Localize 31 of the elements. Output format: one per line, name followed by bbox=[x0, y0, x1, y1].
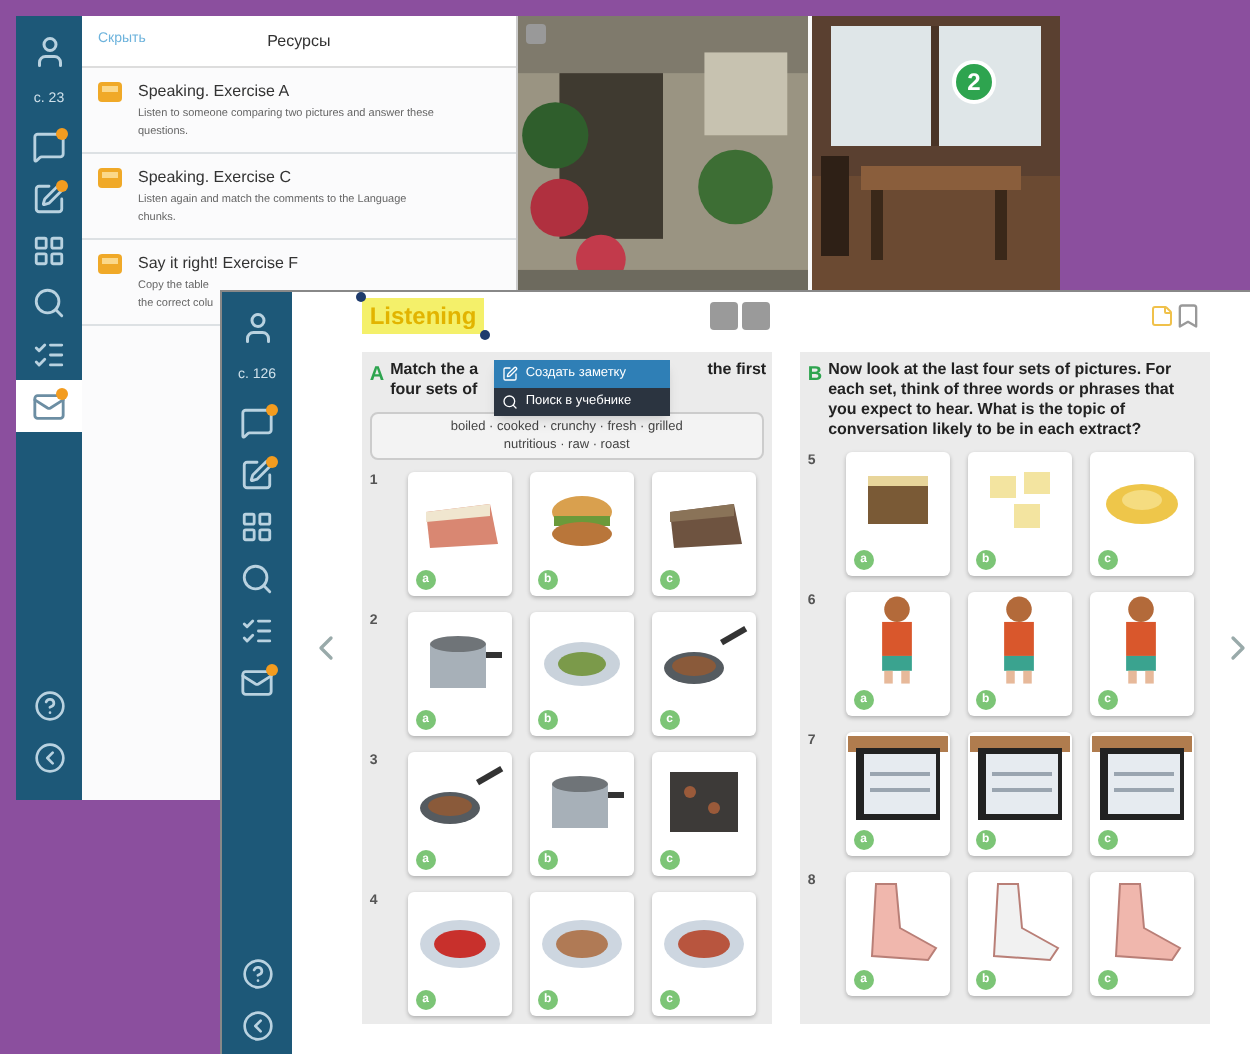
grid-icon bbox=[32, 233, 66, 267]
item-title[interactable]: Say it right! Exercise F bbox=[138, 252, 299, 276]
instruction-text: Now look at the last four sets of pictures. For each set, think of three words or phrases that you expect to hear. What is the topic of conversation likely to be in each extract? bbox=[828, 360, 1177, 440]
audio-file-icon bbox=[98, 254, 122, 274]
grid-icon bbox=[240, 509, 274, 543]
pencil-square-icon bbox=[32, 181, 66, 215]
pencil-square-icon bbox=[501, 366, 518, 382]
envelope-icon bbox=[32, 389, 66, 423]
back-icon bbox=[241, 1010, 273, 1042]
exercise-letter: B bbox=[807, 362, 823, 390]
pencil-square-icon bbox=[240, 457, 274, 491]
search-icon bbox=[32, 285, 66, 319]
instruction-text: Match the a bbox=[390, 360, 479, 380]
search-icon bbox=[501, 394, 518, 410]
help-icon bbox=[33, 690, 65, 722]
item-title[interactable]: Speaking. Exercise A bbox=[138, 80, 434, 104]
audio-file-icon bbox=[98, 82, 122, 102]
audio-file-icon bbox=[98, 168, 122, 188]
envelope-button[interactable] bbox=[16, 380, 82, 432]
help-icon bbox=[241, 958, 273, 990]
back-icon bbox=[33, 742, 65, 774]
panel-title: Ресурсы bbox=[265, 29, 333, 53]
item-title[interactable]: Speaking. Exercise C bbox=[138, 166, 407, 190]
bookmark-icon[interactable] bbox=[1174, 302, 1202, 330]
speech-bubble-icon bbox=[240, 405, 274, 439]
search-icon bbox=[240, 561, 274, 595]
section-heading: Listening bbox=[361, 298, 485, 334]
envelope-icon bbox=[240, 665, 274, 699]
speech-bubble-icon bbox=[32, 129, 66, 163]
instruction-text: the first bbox=[707, 360, 767, 380]
exercise-letter: A bbox=[369, 362, 385, 390]
